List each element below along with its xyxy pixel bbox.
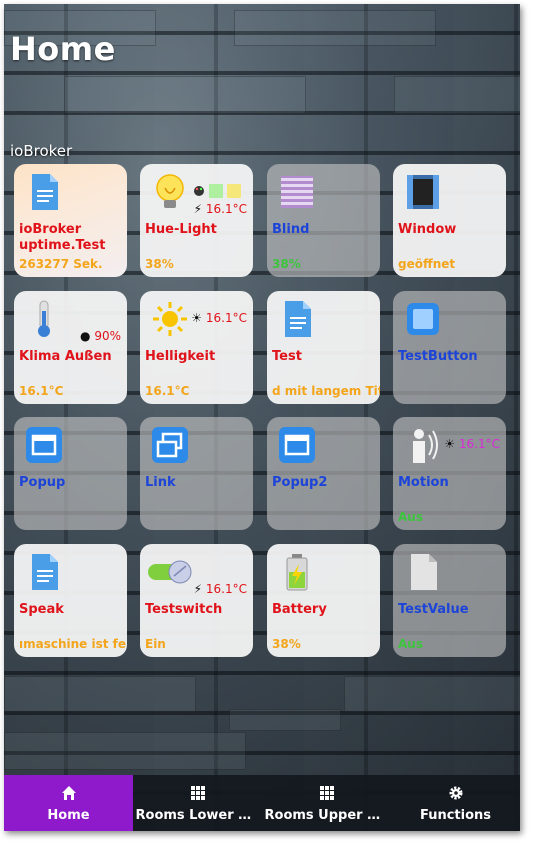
- wall-texture: [344, 676, 520, 712]
- wall-texture: [234, 10, 436, 46]
- grid-icon: [189, 784, 207, 802]
- tile-motion[interactable]: ☀ 16.1°C Motion Aus: [393, 417, 506, 530]
- temperature-readout: ⚡ 16.1°C: [193, 202, 247, 216]
- tile-battery[interactable]: Battery 38%: [267, 544, 380, 657]
- tile-value: 16.1°C: [19, 384, 64, 398]
- wall-texture: [229, 709, 341, 731]
- tile-value: Ein: [145, 637, 166, 651]
- temperature-readout: ⚡ 16.1°C: [193, 582, 247, 596]
- tile-value: 38%: [272, 637, 301, 651]
- tile-name: Helligkeit: [145, 349, 216, 364]
- tile-blind[interactable]: Blind 38%: [267, 164, 380, 277]
- document-icon: [285, 301, 311, 337]
- lightning-icon: ⚡: [193, 582, 203, 596]
- motion-icon: [413, 429, 438, 463]
- tile-popup2[interactable]: Popup2: [267, 417, 380, 530]
- tile-name: Klima Außen: [19, 349, 112, 364]
- wall-texture: [4, 732, 246, 770]
- tile-testvalue[interactable]: TestValue Aus: [393, 544, 506, 657]
- tile-link[interactable]: Link: [140, 417, 253, 530]
- lightbulb-icon: [156, 174, 184, 208]
- gear-icon: [447, 784, 465, 802]
- color-palette-icon: [194, 184, 241, 198]
- tile-value: geöffnet: [398, 257, 456, 271]
- tile-name: TestValue: [398, 602, 469, 617]
- tile-iobroker-uptime[interactable]: ioBroker uptime.Test 263277 Sek.: [14, 164, 127, 277]
- nav-functions[interactable]: Functions: [391, 775, 520, 831]
- tile-name: Popup: [19, 475, 66, 490]
- tile-speak[interactable]: Speak ımaschine ist fert: [14, 544, 127, 657]
- tile-hue-light[interactable]: ⚡ 16.1°C Hue-Light 38%: [140, 164, 253, 277]
- tile-name: Battery: [272, 602, 327, 617]
- wall-texture: [64, 76, 306, 114]
- tile-value: ımaschine ist fert: [19, 637, 127, 651]
- tile-value: Aus: [398, 510, 423, 524]
- tile-klima-aussen[interactable]: ● 90% Klima Außen 16.1°C: [14, 291, 127, 404]
- section-label: ioBroker: [10, 142, 73, 160]
- switch-icon: [148, 560, 192, 584]
- grid-icon: [318, 784, 336, 802]
- app-screen: Home ioBroker ioBroker uptime.Test 26327…: [4, 4, 520, 831]
- tile-name: Link: [145, 475, 176, 490]
- tile-testswitch[interactable]: ⚡ 16.1°C Testswitch Ein: [140, 544, 253, 657]
- tile-name: Blind: [272, 222, 310, 237]
- tile-name: TestButton: [398, 349, 478, 364]
- bottom-navigation: Home Rooms Lower Fl... Rooms Upper Fl...…: [4, 775, 520, 831]
- nav-label: Home: [47, 807, 90, 823]
- document-icon: [32, 554, 58, 590]
- home-icon: [60, 784, 78, 802]
- file-icon: [411, 554, 437, 590]
- tile-value: 38%: [145, 257, 174, 271]
- tile-name: Popup2: [272, 475, 328, 490]
- droplet-icon: ●: [80, 329, 91, 343]
- blind-icon: [281, 176, 313, 208]
- temperature-readout: ☀ 16.1°C: [191, 311, 247, 325]
- tile-value: d mit langem Tite: [272, 384, 380, 398]
- lightning-icon: ⚡: [193, 202, 203, 216]
- nav-label: Rooms Upper Fl...: [264, 807, 389, 823]
- tile-name: Motion: [398, 475, 449, 490]
- button-icon: [407, 303, 439, 335]
- tile-helligkeit[interactable]: ☀ 16.1°C Helligkeit 16.1°C: [140, 291, 253, 404]
- nav-rooms-upper-floor[interactable]: Rooms Upper Fl...: [262, 775, 391, 831]
- popup-icon: [26, 427, 62, 463]
- tile-name: Test: [272, 349, 302, 364]
- tile-name: Speak: [19, 602, 64, 617]
- nav-label: Rooms Lower Fl...: [135, 807, 260, 823]
- tile-test[interactable]: Test d mit langem Tite: [267, 291, 380, 404]
- battery-icon: [286, 554, 308, 591]
- tile-value: 263277 Sek.: [19, 257, 103, 271]
- nav-rooms-lower-floor[interactable]: Rooms Lower Fl...: [133, 775, 262, 831]
- nav-home[interactable]: Home: [4, 775, 133, 831]
- tile-name: Window: [398, 222, 457, 237]
- wall-texture: [394, 76, 520, 114]
- nav-label: Functions: [419, 807, 492, 823]
- page-title: Home: [10, 30, 116, 68]
- temperature-readout: ☀ 16.1°C: [444, 437, 500, 451]
- tile-name: ioBroker uptime.Test: [19, 222, 106, 253]
- link-icon: [152, 427, 188, 463]
- thermometer-icon: [38, 300, 50, 337]
- tile-value: Aus: [398, 637, 423, 651]
- tile-name: Testswitch: [145, 602, 223, 617]
- sun-icon: [153, 302, 187, 336]
- sun-small-icon: ☀: [191, 311, 203, 325]
- popup-icon: [279, 427, 315, 463]
- tile-value: 38%: [272, 257, 301, 271]
- wall-texture: [4, 676, 196, 712]
- tile-value: 16.1°C: [145, 384, 190, 398]
- sun-small-icon: ☀: [444, 437, 456, 451]
- tile-testbutton[interactable]: TestButton: [393, 291, 506, 404]
- tile-name: Hue-Light: [145, 222, 217, 237]
- window-icon: [407, 175, 439, 209]
- document-icon: [32, 174, 58, 210]
- humidity-readout: ● 90%: [80, 329, 121, 343]
- tile-window[interactable]: Window geöffnet: [393, 164, 506, 277]
- tile-popup[interactable]: Popup: [14, 417, 127, 530]
